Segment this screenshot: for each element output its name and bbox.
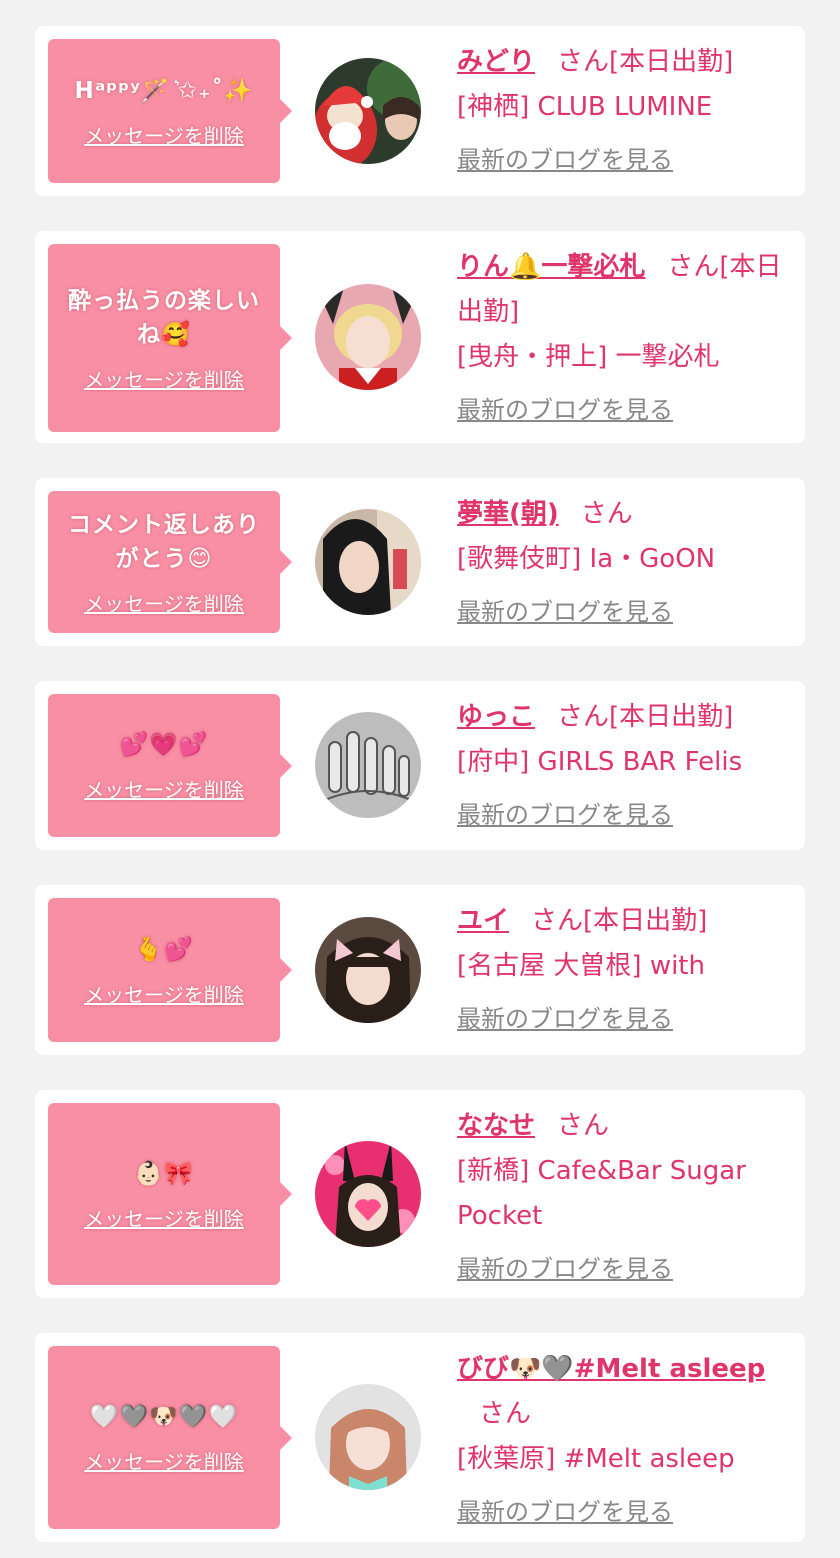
message-text: 💕💗💕 — [119, 732, 209, 758]
delete-message-link[interactable]: メッセージを削除 — [84, 120, 244, 149]
shop-text: [曳舟・押上] 一撃必札 — [457, 342, 720, 372]
blog-link[interactable]: 最新のブログを見る — [457, 388, 673, 433]
message-text: 👶🏻🎀 — [134, 1160, 194, 1187]
message-bubble: 酔っ払うの楽しいね🥰 メッセージを削除 — [48, 244, 292, 432]
shop-text: [新橋] Cafe&Bar Sugar Pocket — [457, 1156, 746, 1231]
status-text: さん[本日出勤] — [557, 47, 734, 77]
sender-name-link[interactable]: ななせ — [457, 1111, 535, 1141]
message-text: 🤍🩶🐶🩶🤍 — [89, 1404, 239, 1430]
shop-text: [秋葉原] #Melt asleep — [457, 1444, 735, 1474]
avatar-photo — [315, 712, 421, 818]
message-bubble: 🫰💕 メッセージを削除 — [48, 898, 292, 1042]
avatar[interactable] — [315, 917, 421, 1023]
card-info: ゆっこ さん[本日出勤] [府中] GIRLS BAR Felis 最新のブログを… — [457, 695, 785, 838]
sender-name-link[interactable]: 夢華(朝) — [457, 499, 559, 529]
message-card: 👶🏻🎀 メッセージを削除 ななせ さん [新橋] Cafe&Bar Sugar P… — [35, 1090, 805, 1298]
delete-message-link[interactable]: メッセージを削除 — [84, 774, 244, 803]
sender-name-link[interactable]: みどり — [457, 47, 535, 77]
shop-text: [神栖] CLUB LUMINE — [457, 92, 713, 122]
blog-link[interactable]: 最新のブログを見る — [457, 1247, 673, 1292]
shop-text: [府中] GIRLS BAR Felis — [457, 747, 743, 777]
blog-link[interactable]: 最新のブログを見る — [457, 793, 673, 838]
message-text: コメント返しありがとう😊 — [68, 511, 260, 572]
delete-message-link[interactable]: メッセージを削除 — [84, 1446, 244, 1475]
sender-name-link[interactable]: びび🐶🩶#Melt asleep — [457, 1354, 765, 1384]
shop-text: [歌舞伎町] Ia・GoON — [457, 544, 716, 574]
card-info: 夢華(朝) さん [歌舞伎町] Ia・GoON 最新のブログを見る — [457, 492, 785, 635]
delete-message-link[interactable]: メッセージを削除 — [84, 588, 244, 617]
card-info: りん🔔一撃必札 さん[本日出勤] [曳舟・押上] 一撃必札 最新のブログを見る — [457, 245, 785, 433]
sender-name-link[interactable]: ゆっこ — [457, 702, 535, 732]
message-text: 🫰💕 — [134, 936, 194, 963]
delete-message-link[interactable]: メッセージを削除 — [84, 979, 244, 1008]
message-bubble: コメント返しありがとう😊 メッセージを削除 — [48, 491, 292, 633]
message-card: コメント返しありがとう😊 メッセージを削除 夢華(朝) さん [歌舞伎町] Ia・… — [35, 478, 805, 646]
delete-message-link[interactable]: メッセージを削除 — [84, 364, 244, 393]
status-text: さん — [557, 1111, 610, 1141]
avatar-photo — [315, 1141, 421, 1247]
sender-name-link[interactable]: ユイ — [457, 906, 509, 936]
blog-link[interactable]: 最新のブログを見る — [457, 1490, 673, 1535]
message-bubble: 💕💗💕 メッセージを削除 — [48, 694, 292, 837]
avatar[interactable] — [315, 58, 421, 164]
status-text: さん[本日出勤] — [557, 702, 734, 732]
avatar[interactable] — [315, 509, 421, 615]
message-card: 💕💗💕 メッセージを削除 ゆっこ さん[本日出勤] [府中] GIRLS BAR … — [35, 681, 805, 850]
avatar[interactable] — [315, 1141, 421, 1247]
message-bubble: Hᵃᵖᵖʸ🪄 ͛✩₊˚✨ メッセージを削除 — [48, 39, 292, 183]
avatar-photo — [315, 917, 421, 1023]
blog-link[interactable]: 最新のブログを見る — [457, 138, 673, 183]
delete-message-link[interactable]: メッセージを削除 — [84, 1203, 244, 1232]
card-info: ななせ さん [新橋] Cafe&Bar Sugar Pocket 最新のブログを… — [457, 1104, 785, 1292]
sender-name-link[interactable]: りん🔔一撃必札 — [457, 252, 645, 282]
blog-link[interactable]: 最新のブログを見る — [457, 997, 673, 1042]
message-bubble: 👶🏻🎀 メッセージを削除 — [48, 1103, 292, 1285]
message-card: 🫰💕 メッセージを削除 ユイ さん[本日出勤] [名古屋 大曽根] with 最新… — [35, 885, 805, 1055]
card-info: みどり さん[本日出勤] [神栖] CLUB LUMINE 最新のブログを見る — [457, 40, 785, 183]
avatar[interactable] — [315, 1384, 421, 1490]
message-bubble: 🤍🩶🐶🩶🤍 メッセージを削除 — [48, 1346, 292, 1529]
blog-link[interactable]: 最新のブログを見る — [457, 590, 673, 635]
message-card: Hᵃᵖᵖʸ🪄 ͛✩₊˚✨ メッセージを削除 みどり さん[本日出勤] [神栖] C… — [35, 26, 805, 196]
avatar-photo — [315, 58, 421, 164]
avatar[interactable] — [315, 284, 421, 390]
message-text: 酔っ払うの楽しいね🥰 — [68, 287, 260, 348]
avatar-photo — [315, 1384, 421, 1490]
message-card: 酔っ払うの楽しいね🥰 メッセージを削除 りん🔔一撃必札 さん[本日出勤] [曳舟・… — [35, 231, 805, 443]
status-text: さん — [580, 499, 633, 529]
card-info: ユイ さん[本日出勤] [名古屋 大曽根] with 最新のブログを見る — [457, 899, 785, 1042]
status-text: さん — [479, 1399, 532, 1429]
status-text: さん[本日出勤] — [531, 906, 708, 936]
message-card: 🤍🩶🐶🩶🤍 メッセージを削除 びび🐶🩶#Melt asleep さん [秋葉原] … — [35, 1333, 805, 1542]
avatar[interactable] — [315, 712, 421, 818]
avatar-photo — [315, 509, 421, 615]
message-text: Hᵃᵖᵖʸ🪄 ͛✩₊˚✨ — [74, 77, 254, 104]
avatar-photo — [315, 284, 421, 390]
card-info: びび🐶🩶#Melt asleep さん [秋葉原] #Melt asleep 最新… — [457, 1347, 785, 1535]
message-list: Hᵃᵖᵖʸ🪄 ͛✩₊˚✨ メッセージを削除 みどり さん[本日出勤] [神栖] C… — [0, 0, 840, 1558]
shop-text: [名古屋 大曽根] with — [457, 951, 705, 981]
